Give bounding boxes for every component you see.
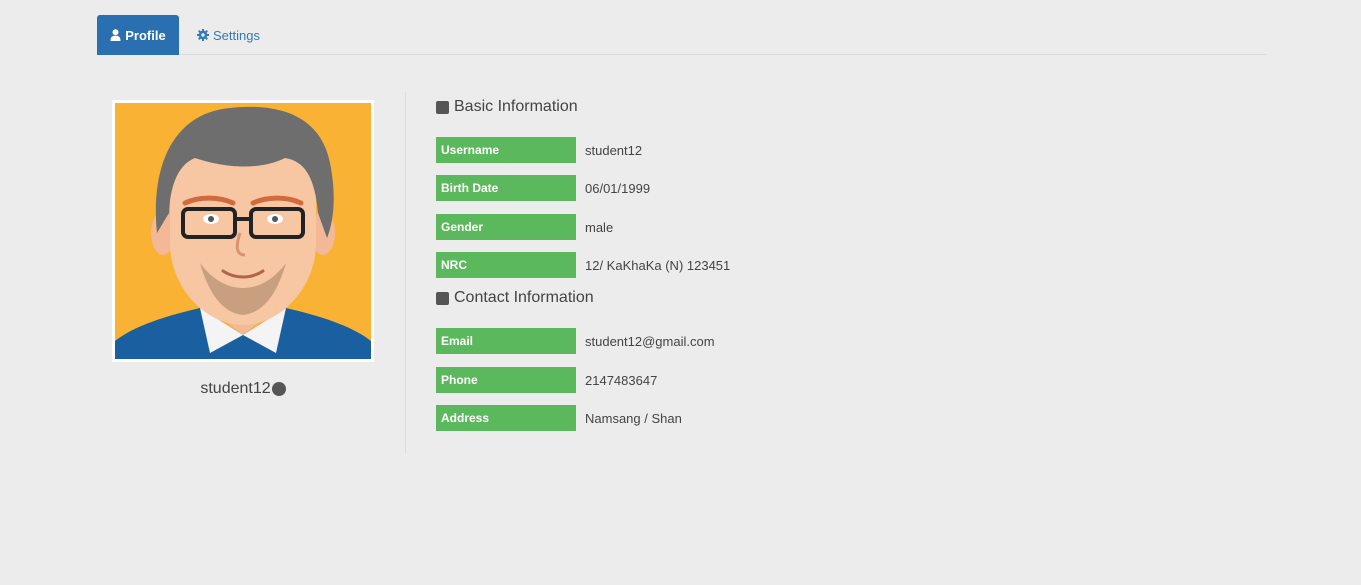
info-label: Address xyxy=(436,405,576,431)
info-row-nrc: NRC 12/ KaKhaKa (N) 123451 xyxy=(436,252,730,278)
contact-info-heading: Contact Information xyxy=(436,289,594,307)
info-label: Username xyxy=(436,137,576,163)
info-label: Gender xyxy=(436,214,576,240)
info-label: Email xyxy=(436,328,576,354)
gear-icon xyxy=(197,29,209,41)
avatar xyxy=(112,100,374,362)
info-value: 06/01/1999 xyxy=(585,180,651,196)
basic-info-title: Basic Information xyxy=(454,98,578,115)
info-row-birth-date: Birth Date 06/01/1999 xyxy=(436,175,650,201)
info-row-phone: Phone 2147483647 xyxy=(436,367,657,393)
contact-info-title: Contact Information xyxy=(454,289,594,306)
user-icon xyxy=(110,29,121,41)
profile-username: student12 xyxy=(112,380,374,398)
info-value: student12@gmail.com xyxy=(585,333,715,349)
info-label: Phone xyxy=(436,367,576,393)
info-row-gender: Gender male xyxy=(436,214,613,240)
profile-page: Profile Settings student12 Basic Informa… xyxy=(0,0,1361,585)
info-label: NRC xyxy=(436,252,576,278)
info-value: student12 xyxy=(585,142,643,158)
tab-settings[interactable]: Settings xyxy=(197,15,260,55)
info-value: Namsang / Shan xyxy=(585,410,682,426)
column-divider xyxy=(405,92,406,453)
info-row-address: Address Namsang / Shan xyxy=(436,405,682,431)
status-dot-icon xyxy=(271,382,286,396)
tab-bar: Profile Settings xyxy=(97,15,1267,55)
info-row-username: Username student12 xyxy=(436,137,642,163)
square-icon xyxy=(436,291,449,305)
tab-profile-label: Profile xyxy=(125,27,166,43)
profile-username-text: student12 xyxy=(200,380,271,397)
basic-info-heading: Basic Information xyxy=(436,98,578,116)
info-label: Birth Date xyxy=(436,175,576,201)
square-icon xyxy=(436,100,449,114)
tab-settings-label: Settings xyxy=(213,27,260,43)
info-row-email: Email student12@gmail.com xyxy=(436,328,715,354)
info-value: 2147483647 xyxy=(585,372,658,388)
info-value: 12/ KaKhaKa (N) 123451 xyxy=(585,257,731,273)
info-value: male xyxy=(585,219,614,235)
tab-profile[interactable]: Profile xyxy=(97,15,179,55)
